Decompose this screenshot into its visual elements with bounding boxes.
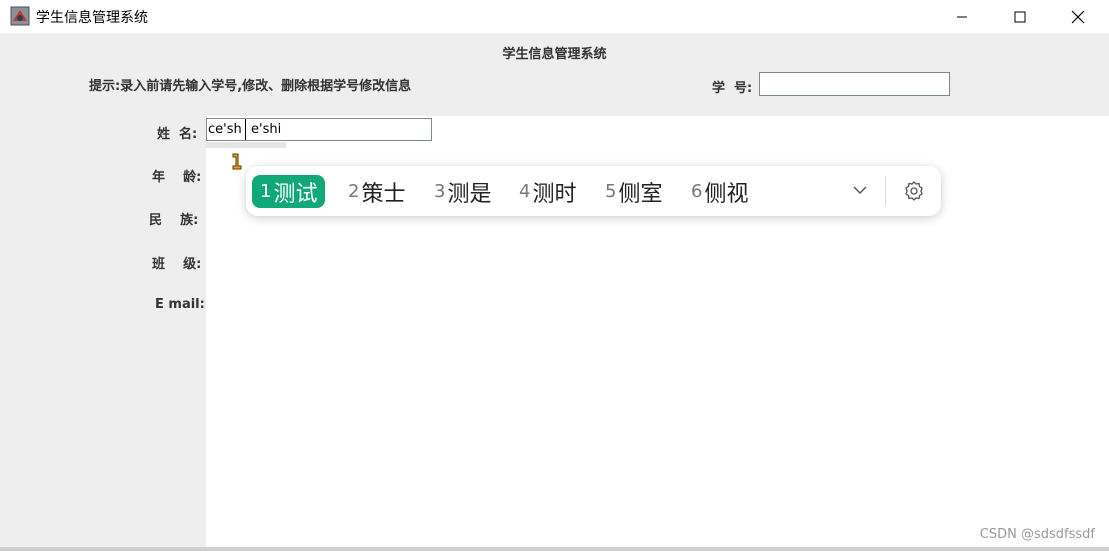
gear-icon[interactable] bbox=[903, 180, 925, 206]
ethnicity-label: 民 族: bbox=[149, 213, 199, 228]
window-bottom-edge bbox=[0, 547, 1109, 551]
name-label: 姓 名: bbox=[157, 127, 198, 142]
ime-candidate-popup: 1 测试 2 策士 3 测是 4 测时 5 侧室 6 侧视 bbox=[246, 166, 941, 216]
maximize-icon bbox=[1014, 11, 1026, 22]
page-heading: 学生信息管理系统 bbox=[502, 47, 607, 62]
ime-candidate-5[interactable]: 5 侧室 bbox=[605, 175, 662, 208]
text-caret bbox=[245, 119, 246, 140]
java-app-icon bbox=[10, 6, 30, 26]
close-button[interactable] bbox=[1049, 0, 1107, 33]
chevron-down-icon[interactable] bbox=[852, 182, 868, 202]
ime-candidate-6[interactable]: 6 侧视 bbox=[691, 175, 748, 208]
divider bbox=[885, 176, 886, 206]
title-bar: 学生信息管理系统 bbox=[0, 0, 1109, 33]
minimize-button[interactable] bbox=[933, 0, 991, 33]
maximize-button[interactable] bbox=[991, 0, 1049, 33]
ime-candidate-2[interactable]: 2 策士 bbox=[348, 175, 405, 208]
class-label: 班 级: bbox=[152, 257, 202, 272]
csdn-watermark: CSDN @sdsdfssdf bbox=[979, 527, 1095, 542]
text-cursor-icon bbox=[231, 152, 243, 174]
ime-composition-text: e'shi bbox=[251, 122, 282, 137]
age-label: 年 龄: bbox=[152, 170, 202, 185]
close-icon bbox=[1071, 10, 1085, 23]
composition-underline bbox=[206, 142, 286, 148]
student-id-label: 学 号: bbox=[712, 81, 753, 96]
window-title: 学生信息管理系统 bbox=[36, 10, 148, 26]
minimize-icon bbox=[957, 16, 967, 17]
ime-candidate-4[interactable]: 4 测时 bbox=[519, 175, 576, 208]
student-id-input[interactable] bbox=[759, 72, 950, 96]
ime-composition-box: e'shi bbox=[243, 119, 383, 140]
ime-candidate-3[interactable]: 3 测是 bbox=[434, 175, 491, 208]
name-input-value: ce'shi bbox=[208, 122, 246, 137]
email-label: E mail: bbox=[155, 297, 205, 312]
hint-text: 提示:录入前请先输入学号,修改、删除根据学号修改信息 bbox=[89, 79, 412, 94]
ime-candidate-1[interactable]: 1 测试 bbox=[252, 175, 326, 208]
